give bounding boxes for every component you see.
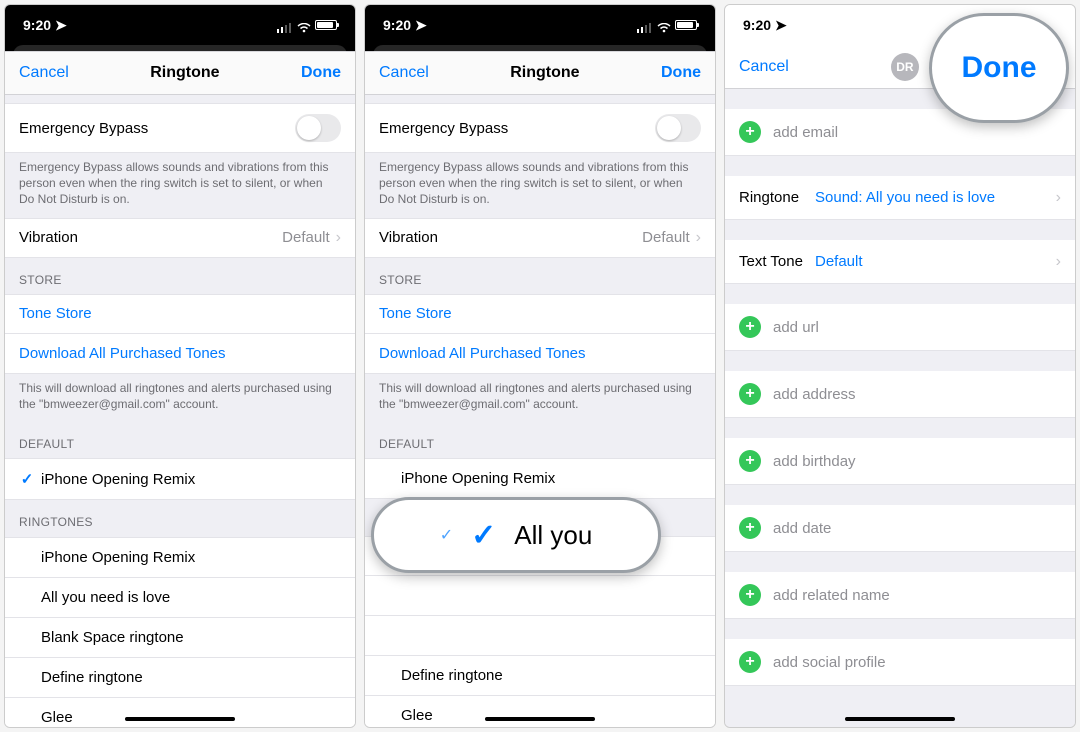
done-button[interactable]: Done [661,64,701,82]
avatar[interactable]: DR [891,53,919,81]
status-bar: 9:20 ➤ [365,5,715,45]
ringtones-header: RINGTONES [5,500,355,536]
checkmark-icon: ✓ [471,518,496,553]
ringtone-row[interactable]: Define ringtone [5,658,355,698]
ringtone-row[interactable]: All you need is love [5,578,355,618]
vibration-label: Vibration [19,229,78,246]
callout-done-button: Done [929,13,1069,123]
done-callout-text: Done [962,51,1037,85]
checkmark-icon: ✓ [440,525,453,545]
download-all-link[interactable]: Download All Purchased Tones [365,334,715,374]
emergency-bypass-toggle[interactable] [295,114,341,142]
add-social-row[interactable]: +add social profile [725,639,1075,686]
add-related-row[interactable]: +add related name [725,572,1075,619]
nav-bar: Cancel Ringtone Done [5,51,355,95]
add-birthday-row[interactable]: +add birthday [725,438,1075,485]
ringtone-row[interactable]: Blank Space ringtone [5,618,355,658]
vibration-value: Default [282,229,330,246]
cancel-button[interactable]: Cancel [19,64,69,82]
emergency-bypass-label: Emergency Bypass [19,120,148,137]
ringtone-row[interactable]: iPhone Opening Remix [5,537,355,578]
chevron-right-icon: › [696,229,701,247]
chevron-right-icon: › [1056,253,1061,271]
nav-title: Ringtone [510,64,579,82]
emergency-bypass-note: Emergency Bypass allows sounds and vibra… [5,153,355,218]
default-header: DEFAULT [5,422,355,458]
chevron-right-icon: › [336,229,341,247]
tone-store-link[interactable]: Tone Store [365,294,715,334]
default-ringtone-row[interactable]: iPhone Opening Remix [365,458,715,499]
plus-icon: + [739,316,761,338]
cancel-button[interactable]: Cancel [379,64,429,82]
ringtone-row[interactable]: Ringtone Sound: All you need is love › [725,176,1075,220]
emergency-bypass-row[interactable]: Emergency Bypass [5,103,355,153]
tone-store-link[interactable]: Tone Store [5,294,355,334]
vibration-row[interactable]: Vibration Default › [5,218,355,258]
wifi-icon [297,20,311,30]
cancel-button[interactable]: Cancel [739,58,789,76]
status-time: 9:20 [23,17,51,33]
callout-selected-ringtone: ✓ ✓ All you [371,497,661,573]
texttone-row[interactable]: Text Tone Default › [725,240,1075,284]
add-date-row[interactable]: +add date [725,505,1075,552]
vibration-row[interactable]: Vibration Default › [365,218,715,258]
location-icon: ➤ [55,17,67,34]
add-url-row[interactable]: +add url [725,304,1075,351]
signal-icon [637,20,653,30]
home-indicator [125,717,235,721]
default-ringtone-label: iPhone Opening Remix [41,471,195,488]
store-header: STORE [5,258,355,294]
wifi-icon [657,20,671,30]
ringtone-row[interactable]: Glee [5,698,355,728]
panel-2-ringtone-selected: 9:20 ➤ Cancel Ringtone Done Emergency By… [364,4,716,728]
ringtone-row[interactable] [365,616,715,656]
home-indicator [845,717,955,721]
battery-icon [315,20,337,30]
status-bar: 9:20 ➤ [5,5,355,45]
panel-3-contact-edit: 9:20 ➤ Cancel DR Done + add email Ringto… [724,4,1076,728]
emergency-bypass-row[interactable]: Emergency Bypass [365,103,715,153]
ringtone-row[interactable]: Define ringtone [365,656,715,696]
status-time: 9:20 [383,17,411,33]
signal-icon [277,20,293,30]
checkmark-icon: ✓ [13,470,41,488]
plus-icon: + [739,121,761,143]
location-icon: ➤ [775,17,787,34]
store-note: This will download all ringtones and ale… [5,374,355,422]
download-all-link[interactable]: Download All Purchased Tones [5,334,355,374]
done-button[interactable]: Done [301,64,341,82]
plus-icon: + [739,450,761,472]
battery-icon [675,20,697,30]
panel-1-ringtone-unselected: 9:20 ➤ Cancel Ringtone Done Emergency By… [4,4,356,728]
plus-icon: + [739,517,761,539]
status-time: 9:20 [743,17,771,33]
home-indicator [485,717,595,721]
plus-icon: + [739,651,761,673]
plus-icon: + [739,584,761,606]
plus-icon: + [739,383,761,405]
ringtone-row[interactable]: Glee [365,696,715,728]
nav-bar: Cancel Ringtone Done [365,51,715,95]
location-icon: ➤ [415,17,427,34]
emergency-bypass-toggle[interactable] [655,114,701,142]
nav-title: Ringtone [150,64,219,82]
chevron-right-icon: › [1056,189,1061,207]
add-address-row[interactable]: +add address [725,371,1075,418]
callout-text: All you [514,520,592,551]
default-ringtone-row[interactable]: ✓ iPhone Opening Remix [5,458,355,500]
ringtone-row[interactable] [365,576,715,616]
